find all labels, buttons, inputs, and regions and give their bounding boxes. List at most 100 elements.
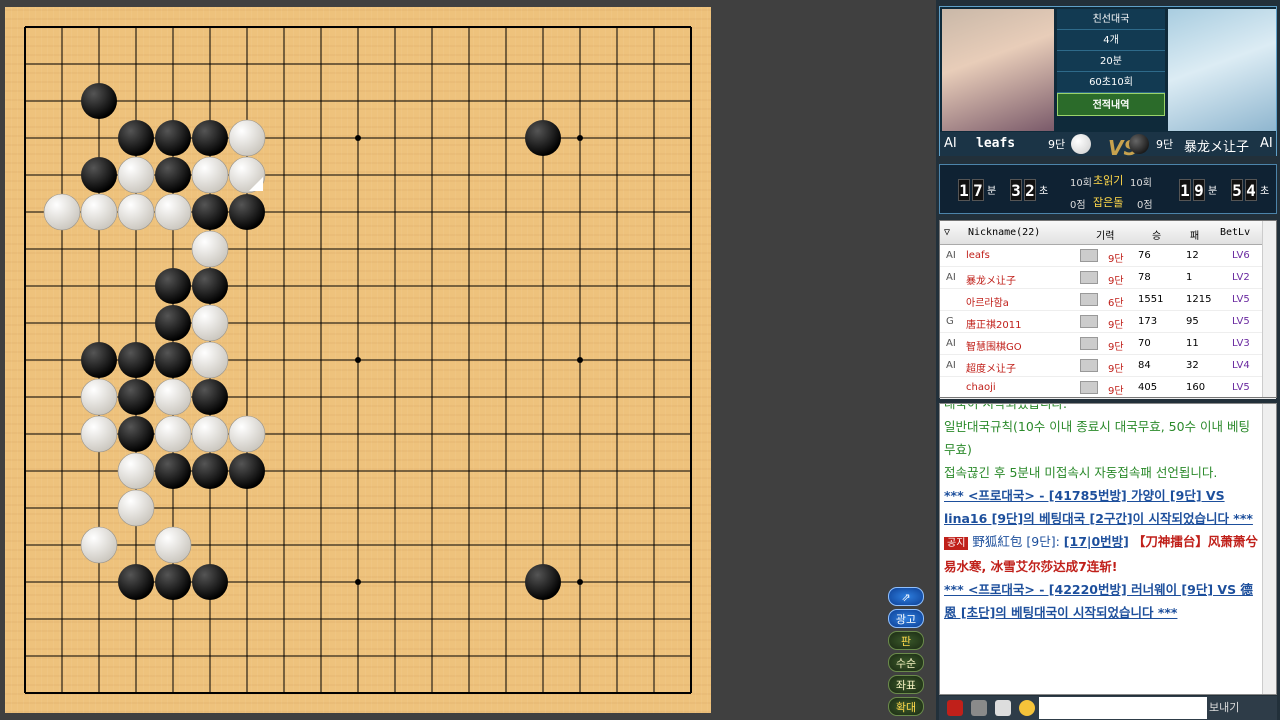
user-losses: 95 — [1186, 316, 1199, 327]
game-window: ⇗ 광고 판 수순 좌표 확대 친선대국 4개 20분 60초10회 전적내역 … — [0, 0, 1280, 720]
moves-button[interactable]: 수순 — [888, 653, 924, 672]
flag-icon[interactable] — [947, 700, 963, 716]
chat-link[interactable]: *** <프로대국> - [42220번방] 러너웨이 [9단] VS 德恩 [… — [944, 578, 1258, 624]
sort-icon[interactable]: ▽ — [944, 227, 950, 238]
board-button[interactable]: 판 — [888, 631, 924, 650]
notice-user[interactable]: 野狐紅包 [9단]: — [972, 534, 1059, 549]
emoji-icon[interactable] — [1019, 700, 1035, 716]
user-betlv: LV4 — [1232, 360, 1250, 371]
white-min-digit-2: 7 — [972, 179, 984, 201]
white-player-avatar[interactable] — [942, 9, 1054, 131]
black-stone — [155, 564, 191, 600]
go-board[interactable] — [5, 7, 711, 713]
black-player-avatar[interactable] — [1168, 9, 1276, 131]
user-rank: 9단 — [1108, 276, 1124, 287]
user-list-header: ▽ Nickname(22) 기력 승 패 BetLv — [940, 221, 1276, 245]
coords-button[interactable]: 좌표 — [888, 675, 924, 694]
user-row[interactable]: chaoji 9단 405 160 LV5 — [940, 377, 1276, 399]
speech-icon[interactable] — [995, 700, 1011, 716]
header-wins[interactable]: 승 — [1152, 227, 1161, 242]
user-betlv: LV2 — [1232, 272, 1250, 283]
user-list-scrollbar[interactable] — [1262, 221, 1276, 397]
board-grid[interactable] — [5, 7, 711, 713]
chat-scrollbar[interactable] — [1262, 404, 1276, 694]
user-row[interactable]: AI leafs 9단 76 12 LV6 — [940, 245, 1276, 267]
white-stone — [43, 193, 81, 231]
flag-icon — [1080, 293, 1098, 306]
user-wins: 76 — [1138, 250, 1151, 261]
header-betlv[interactable]: BetLv — [1220, 227, 1250, 238]
user-wins: 1551 — [1138, 294, 1164, 305]
user-row[interactable]: AI 暴龙メ让子 9단 78 1 LV2 — [940, 267, 1276, 289]
user-tag: AI — [946, 250, 956, 261]
white-stone — [80, 378, 118, 416]
user-row[interactable]: G 唐正祺2011 9단 173 95 LV5 — [940, 311, 1276, 333]
user-betlv: LV5 — [1232, 382, 1250, 393]
user-rank: 9단 — [1108, 342, 1124, 353]
notice-room[interactable]: [17|0번방] — [1064, 534, 1129, 549]
black-stone — [192, 564, 228, 600]
user-betlv: LV6 — [1232, 250, 1250, 261]
user-row[interactable]: 아르라함a 6단 1551 1215 LV5 — [940, 289, 1276, 311]
user-tag: AI — [946, 360, 956, 371]
header-losses[interactable]: 패 — [1190, 227, 1199, 242]
white-stone — [117, 452, 155, 490]
black-stone — [192, 120, 228, 156]
handicap: 4개 — [1057, 30, 1165, 51]
user-tag: AI — [946, 272, 956, 283]
white-stone — [191, 304, 229, 342]
black-stone — [81, 83, 117, 119]
white-sec-digit-2: 2 — [1024, 179, 1036, 201]
export-button[interactable]: ⇗ — [888, 587, 924, 606]
mic-icon[interactable] — [971, 700, 987, 716]
header-rank[interactable]: 기력 — [1096, 227, 1114, 242]
record-button[interactable]: 전적내역 — [1057, 93, 1165, 116]
flag-icon — [1080, 271, 1098, 284]
user-betlv: LV5 — [1232, 294, 1250, 305]
black-byoyomi-count: 10회 — [1130, 178, 1152, 189]
black-stone — [155, 157, 191, 193]
byoyomi-label: 초읽기 — [1093, 174, 1124, 187]
user-losses: 11 — [1186, 338, 1199, 349]
white-stone — [80, 526, 118, 564]
user-name: 智慧围棋GO — [966, 342, 1022, 353]
black-player-name[interactable]: 暴龙メ让子 — [1184, 136, 1249, 155]
user-row[interactable]: AI 超度メ让子 9단 84 32 LV4 — [940, 355, 1276, 377]
white-player-name[interactable]: leafs — [976, 136, 1015, 151]
players-bar: AI leafs 9단 VS 9단 暴龙メ让子 AI — [940, 132, 1276, 160]
main-time: 20분 — [1057, 51, 1165, 72]
user-wins: 405 — [1138, 382, 1158, 393]
user-row[interactable]: AI 智慧围棋GO 9단 70 11 LV3 — [940, 333, 1276, 355]
black-stone — [118, 416, 154, 452]
white-stone — [191, 341, 229, 379]
user-betlv: LV3 — [1232, 338, 1250, 349]
black-stone-icon — [1129, 134, 1149, 154]
black-sec-digit-2: 4 — [1245, 179, 1257, 201]
user-name: chaoji — [966, 382, 996, 393]
white-stone — [228, 415, 266, 453]
black-min-unit: 분 — [1208, 186, 1218, 197]
send-button[interactable]: 보내기 — [1209, 699, 1239, 715]
black-player-rank: 9단 — [1156, 138, 1174, 151]
chat-link[interactable]: *** <프로대국> - [41785번방] 가양이 [9단] VS lina1… — [944, 484, 1258, 530]
black-min-digit-1: 1 — [1179, 179, 1191, 201]
white-stone — [117, 193, 155, 231]
white-stone — [117, 156, 155, 194]
black-stone — [192, 453, 228, 489]
game-type: 친선대국 — [1057, 9, 1165, 30]
zoom-button[interactable]: 확대 — [888, 697, 924, 716]
user-wins: 84 — [1138, 360, 1151, 371]
user-name: leafs — [966, 250, 990, 261]
header-nickname[interactable]: Nickname(22) — [968, 227, 1040, 238]
user-name: 暴龙メ让子 — [966, 276, 1016, 287]
star-point — [355, 135, 361, 141]
star-point — [355, 357, 361, 363]
white-stone — [80, 415, 118, 453]
user-rank: 6단 — [1108, 298, 1124, 309]
white-stone — [154, 526, 192, 564]
ad-button[interactable]: 광고 — [888, 609, 924, 628]
chat-input[interactable] — [1039, 697, 1207, 719]
black-stone — [525, 120, 561, 156]
flag-icon — [1080, 381, 1098, 394]
black-stone — [118, 120, 154, 156]
